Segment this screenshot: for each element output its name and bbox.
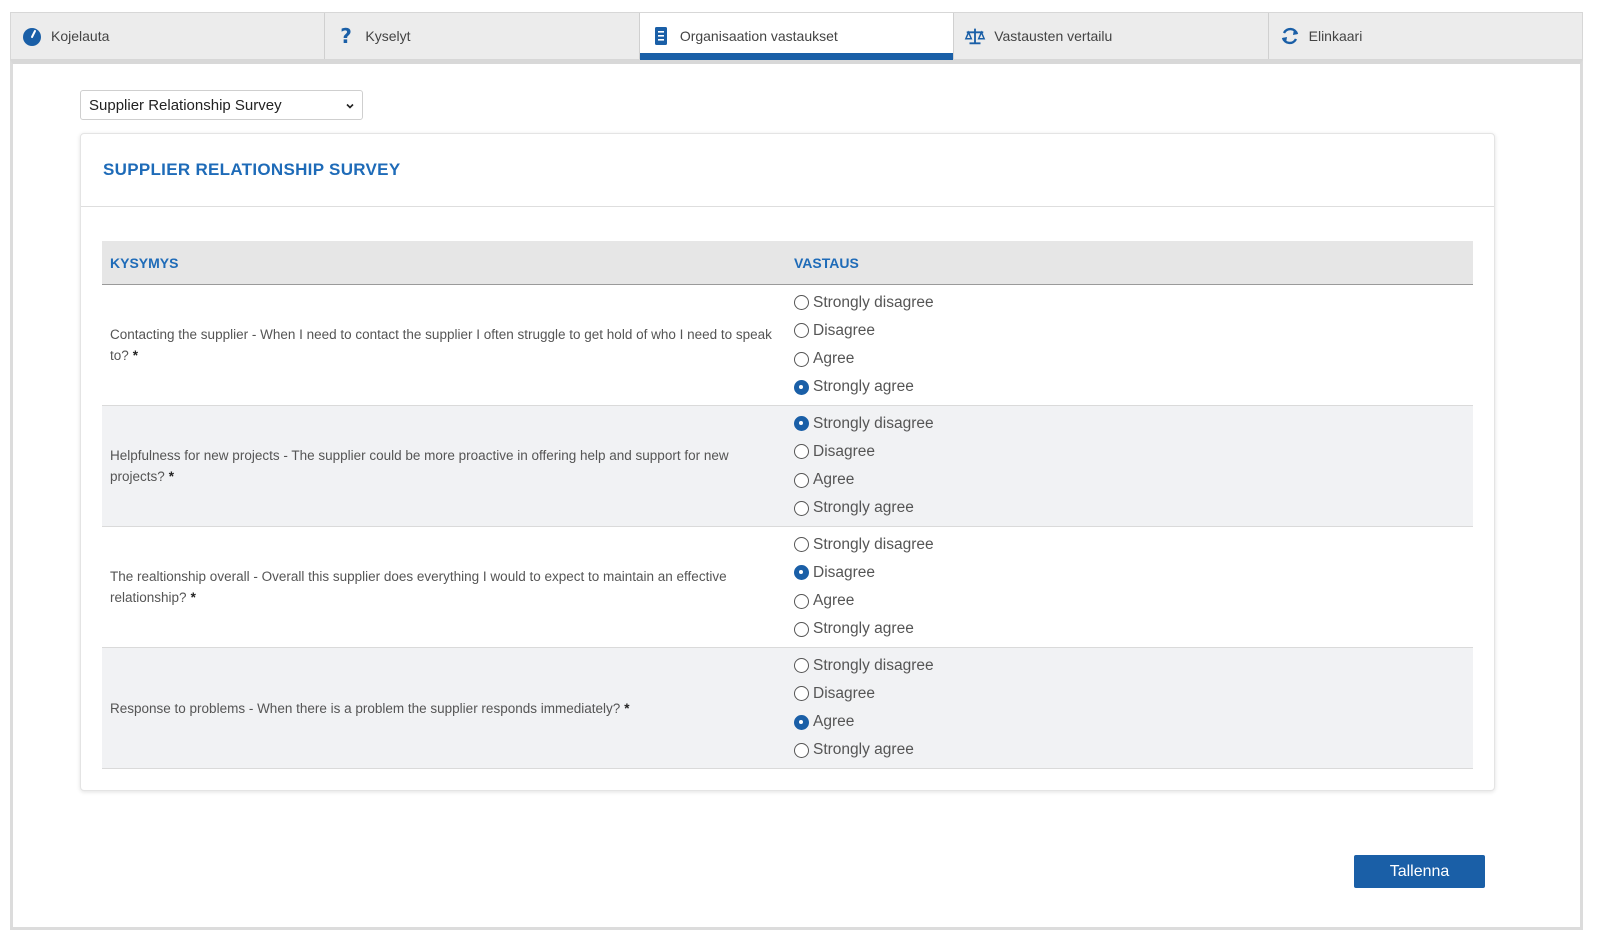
radio-label: Disagree (813, 684, 876, 702)
radio-button[interactable] (794, 742, 809, 758)
table-row: Contacting the supplier - When I need to… (102, 285, 1473, 406)
question-mark-icon: ? (335, 25, 357, 47)
radio-option[interactable]: Strongly disagree (794, 651, 934, 679)
radio-label: Agree (813, 713, 855, 731)
radio-label: Agree (813, 592, 855, 610)
tab-elinkaari[interactable]: Elinkaari (1268, 13, 1583, 59)
radio-option[interactable]: Disagree (794, 680, 934, 708)
refresh-icon (1279, 25, 1301, 47)
radio-label: Strongly agree (813, 378, 914, 396)
required-mark: * (168, 469, 175, 484)
radio-label: Disagree (813, 563, 876, 581)
survey-card: SUPPLIER RELATIONSHIP SURVEY KYSYMYS VAS… (80, 133, 1495, 791)
radio-button[interactable] (794, 714, 809, 730)
radio-label: Disagree (813, 321, 876, 339)
answer-cell: Strongly disagree Disagree Agree Strongl… (786, 648, 934, 768)
answer-cell: Strongly disagree Disagree Agree Strongl… (786, 285, 934, 405)
radio-label: Strongly disagree (813, 656, 934, 674)
radio-option[interactable]: Agree (794, 466, 934, 494)
question-cell: Helpfulness for new projects - The suppl… (102, 406, 786, 526)
question-cell: Contacting the supplier - When I need to… (102, 285, 786, 405)
radio-button[interactable] (794, 351, 809, 367)
radio-option[interactable]: Agree (794, 587, 934, 615)
answer-cell: Strongly disagree Disagree Agree Strongl… (786, 406, 934, 526)
radio-button[interactable] (794, 444, 809, 460)
radio-label: Strongly agree (813, 499, 914, 517)
radio-option[interactable]: Strongly disagree (794, 409, 934, 437)
radio-button[interactable] (794, 686, 809, 702)
radio-label: Agree (813, 350, 855, 368)
radio-option[interactable]: Disagree (794, 559, 934, 587)
radio-option[interactable]: Agree (794, 708, 934, 736)
save-button[interactable]: Tallenna (1354, 855, 1485, 888)
radio-button[interactable] (794, 658, 809, 674)
tab-label: Kojelauta (51, 28, 110, 44)
radio-button[interactable] (794, 621, 809, 637)
survey-select[interactable]: Supplier Relationship Survey (80, 90, 363, 120)
radio-option[interactable]: Strongly agree (794, 615, 934, 643)
card-title: SUPPLIER RELATIONSHIP SURVEY (103, 160, 401, 179)
tab-label: Organisaation vastaukset (679, 28, 838, 44)
radio-button[interactable] (794, 379, 809, 395)
tab-label: Elinkaari (1308, 28, 1363, 44)
radio-option[interactable]: Strongly agree (794, 494, 934, 522)
radio-option[interactable]: Strongly disagree (794, 288, 934, 316)
tab-kyselyt[interactable]: ? Kyselyt (325, 13, 640, 59)
radio-label: Strongly agree (813, 620, 914, 638)
question-text: The realtionship overall - Overall this … (110, 569, 727, 605)
radio-option[interactable]: Disagree (794, 438, 934, 466)
question-text: Response to problems - When there is a p… (110, 700, 621, 716)
radio-option[interactable]: Strongly disagree (794, 530, 934, 558)
radio-label: Strongly disagree (813, 535, 934, 553)
question-text: Contacting the supplier - When I need to… (110, 327, 772, 363)
required-mark: * (132, 348, 139, 363)
radio-label: Strongly disagree (813, 414, 934, 432)
answer-cell: Strongly disagree Disagree Agree Strongl… (786, 527, 934, 647)
answers-table: KYSYMYS VASTAUS Contacting the supplier … (102, 241, 1473, 769)
required-mark: * (190, 590, 196, 605)
column-header-answer: VASTAUS (794, 254, 859, 271)
survey-select-value: Supplier Relationship Survey (89, 96, 282, 114)
dashboard-gauge-icon (21, 25, 43, 47)
radio-button[interactable] (794, 537, 809, 553)
svg-text:?: ? (341, 25, 353, 47)
radio-option[interactable]: Strongly agree (794, 373, 934, 401)
radio-label: Strongly disagree (813, 293, 934, 311)
radio-button[interactable] (794, 500, 809, 516)
radio-option[interactable]: Disagree (794, 317, 934, 345)
radio-button[interactable] (794, 416, 809, 432)
question-cell: The realtionship overall - Overall this … (102, 527, 786, 647)
table-row: Helpfulness for new projects - The suppl… (102, 406, 1473, 527)
table-header: KYSYMYS VASTAUS (102, 241, 1473, 285)
chevron-down-icon (344, 99, 356, 111)
tab-kojelauta[interactable]: Kojelauta (11, 13, 326, 59)
required-mark: * (624, 700, 630, 716)
radio-label: Agree (813, 471, 855, 489)
table-row: Response to problems - When there is a p… (102, 648, 1473, 769)
radio-button[interactable] (794, 295, 809, 311)
radio-button[interactable] (794, 593, 809, 609)
column-header-question: KYSYMYS (110, 254, 179, 271)
card-header: SUPPLIER RELATIONSHIP SURVEY (81, 134, 1494, 207)
radio-option[interactable]: Agree (794, 345, 934, 373)
radio-label: Strongly agree (813, 741, 914, 759)
tab-label: Vastausten vertailu (994, 28, 1113, 44)
radio-option[interactable]: Strongly agree (794, 736, 934, 764)
tab-organisaation-vastaukset[interactable]: Organisaation vastaukset (639, 13, 955, 60)
radio-button[interactable] (794, 323, 809, 339)
table-row: The realtionship overall - Overall this … (102, 527, 1473, 648)
balance-scale-icon (964, 25, 986, 47)
main-tabs: Kojelauta ? Kyselyt Organisaation vastau… (10, 12, 1583, 60)
radio-button[interactable] (794, 472, 809, 488)
tab-vastausten-vertailu[interactable]: Vastausten vertailu (954, 13, 1269, 59)
tab-label: Kyselyt (365, 28, 411, 44)
radio-button[interactable] (794, 565, 809, 581)
document-list-icon (650, 25, 672, 47)
question-cell: Response to problems - When there is a p… (102, 648, 786, 768)
radio-label: Disagree (813, 442, 876, 460)
question-text: Helpfulness for new projects - The suppl… (110, 448, 729, 484)
